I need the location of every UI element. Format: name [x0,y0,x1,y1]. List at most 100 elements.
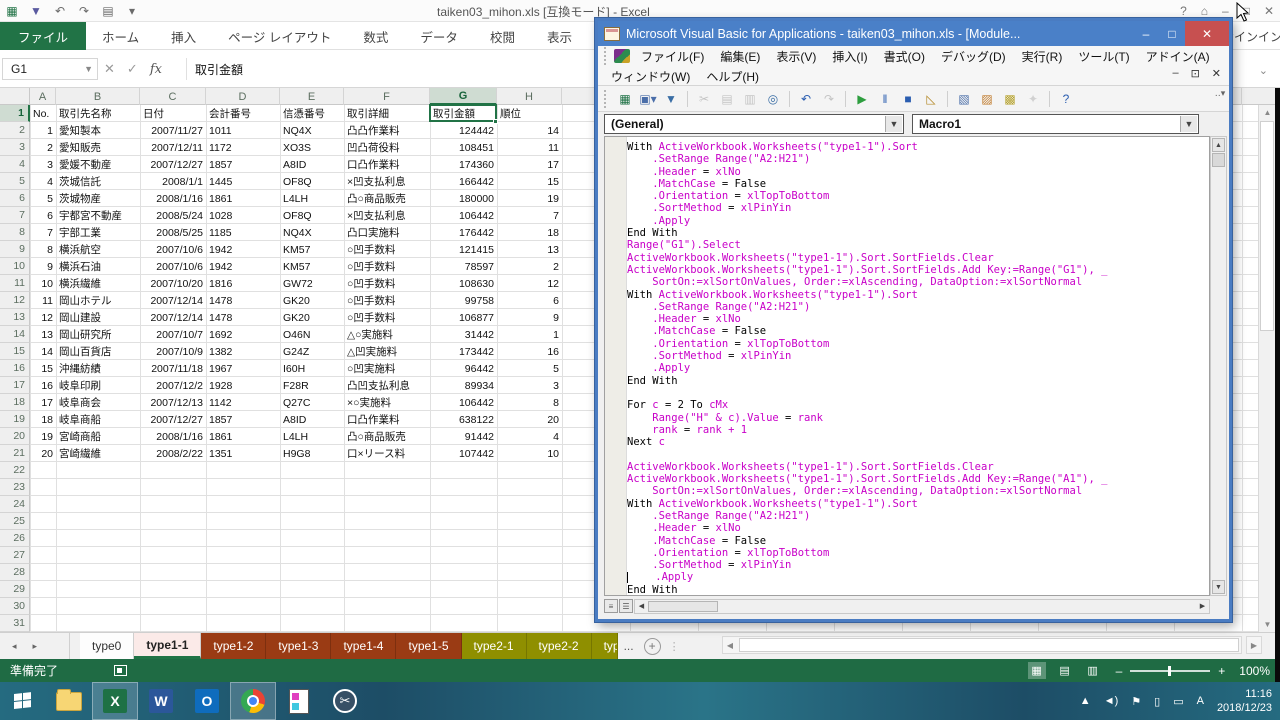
active-cell-border[interactable] [429,104,497,122]
ribbon-tab-page-layout[interactable]: ページ レイアウト [212,22,347,50]
cell[interactable]: GK20 [280,309,344,326]
row-header-26[interactable]: 26 [0,530,30,547]
page-break-view-icon[interactable]: ▥ [1084,662,1102,679]
cell[interactable]: NQ4X [280,122,344,139]
ribbon-tab-view[interactable]: 表示 [531,22,588,50]
row-header-17[interactable]: 17 [0,377,30,394]
row-header-15[interactable]: 15 [0,343,30,360]
name-box[interactable]: G1 ▼ [2,58,98,80]
cell[interactable]: 7 [30,224,56,241]
scroll-up-icon[interactable]: ▲ [1259,105,1276,120]
sheet-tab-type1-1[interactable]: type1-1 [134,633,201,659]
code-text[interactable]: With ActiveWorkbook.Worksheets("type1-1"… [627,141,1107,596]
scroll-right-icon[interactable]: ▶ [1246,636,1262,654]
sheet-tab-type1-5[interactable]: type1-5 [396,633,461,659]
zoom-slider[interactable]: – + [1116,664,1226,678]
procedure-combo[interactable]: Macro1 ▼ [912,114,1199,134]
cell[interactable]: OF8Q [280,173,344,190]
cell[interactable]: 99758 [430,292,497,309]
cell[interactable]: 108630 [430,275,497,292]
code-line[interactable]: End With [627,227,1107,239]
row-header-19[interactable]: 19 [0,411,30,428]
scroll-down-icon[interactable]: ▼ [1212,580,1225,594]
cell[interactable]: △○実施料 [344,326,430,343]
cell[interactable]: 96442 [430,360,497,377]
cell[interactable]: 岡山研究所 [56,326,140,343]
help-icon[interactable]: ? [1056,89,1076,109]
row-header-30[interactable]: 30 [0,598,30,615]
cell[interactable]: 124442 [430,122,497,139]
code-line[interactable]: .Apply [627,571,1107,583]
cell[interactable]: 茨城信託 [56,173,140,190]
hidden-icons-icon[interactable]: ▲ [1080,695,1091,707]
cell[interactable]: 89934 [430,377,497,394]
cell[interactable]: 1861 [206,190,280,207]
cell[interactable]: 10 [497,445,562,462]
cell[interactable]: ○凹手数料 [344,275,430,292]
cell[interactable]: ○凹手数料 [344,309,430,326]
cell[interactable]: ○凹手数料 [344,292,430,309]
sheet-tab-type1-4[interactable]: type1-4 [331,633,396,659]
cell[interactable]: 3 [30,156,56,173]
scroll-up-icon[interactable]: ▲ [1212,138,1225,152]
cell[interactable]: 4 [30,173,56,190]
cell[interactable]: 91442 [430,428,497,445]
row-header-11[interactable]: 11 [0,275,30,292]
code-line[interactable]: For c = 2 To cMx [627,399,1107,411]
undo-icon[interactable]: ↶ [796,89,816,109]
cell[interactable]: 14 [497,122,562,139]
cell[interactable]: ○凹実施料 [344,360,430,377]
zoom-out-icon[interactable]: – [1116,664,1123,678]
code-line[interactable]: .Orientation = xlTopToBottom [627,338,1107,350]
code-line[interactable]: .MatchCase = False [627,178,1107,190]
cell[interactable]: 2007/10/9 [140,343,206,360]
code-line[interactable]: End With [627,584,1107,596]
row-header-23[interactable]: 23 [0,479,30,496]
cell[interactable]: 1011 [206,122,280,139]
row-header-7[interactable]: 7 [0,207,30,224]
module-restore-icon[interactable]: ⊡ [1191,67,1200,80]
code-line[interactable]: ActiveWorkbook.Worksheets("type1-1").Sor… [627,264,1107,276]
sheet-tab-type2-1[interactable]: type2-1 [462,633,527,659]
cell[interactable]: 2008/1/1 [140,173,206,190]
cell[interactable]: 岐阜印刷 [56,377,140,394]
taskbar-app-chrome[interactable] [230,682,276,720]
cell[interactable]: 1816 [206,275,280,292]
network-icon[interactable]: ▭ [1173,695,1183,708]
cell[interactable]: 宮崎商船 [56,428,140,445]
battery-icon[interactable]: ▯ [1154,695,1160,708]
cell[interactable]: 沖縄紡績 [56,360,140,377]
ribbon-tab-file[interactable]: ファイル [0,22,86,50]
find-icon[interactable]: ◎ [763,89,783,109]
cell[interactable]: 6 [497,292,562,309]
cell[interactable]: 107442 [430,445,497,462]
start-button[interactable] [0,682,46,720]
cell[interactable]: G24Z [280,343,344,360]
customize-qat-icon[interactable]: ▾ [124,3,140,19]
vba-maximize-button[interactable]: □ [1159,21,1185,46]
cell[interactable]: ×○実施料 [344,394,430,411]
scroll-right-icon[interactable]: ▶ [1196,602,1209,610]
cell[interactable]: ×凹支払利息 [344,207,430,224]
row-header-12[interactable]: 12 [0,292,30,309]
print-preview-icon[interactable]: ▤ [100,3,116,19]
row-header-31[interactable]: 31 [0,615,30,632]
page-layout-view-icon[interactable]: ▤ [1056,662,1074,679]
cell[interactable]: 凸凹支払利息 [344,377,430,394]
cell[interactable]: 口凸作業料 [344,411,430,428]
code-line[interactable]: rank = rank + 1 [627,424,1107,436]
row-header-14[interactable]: 14 [0,326,30,343]
design-mode-icon[interactable]: ◺ [921,89,941,109]
cell[interactable]: 岡山建設 [56,309,140,326]
cell[interactable]: 1351 [206,445,280,462]
vba-menu-format[interactable]: 書式(O) [877,48,932,65]
sheet-tab-type1-2[interactable]: type1-2 [201,633,266,659]
vba-menu-addins[interactable]: アドイン(A) [1139,48,1217,65]
cell[interactable]: 1 [497,326,562,343]
cell[interactable]: XO3S [280,139,344,156]
new-sheet-button[interactable]: + [644,638,661,655]
code-line[interactable]: .SetRange Range("A2:H21") [627,510,1107,522]
cell[interactable]: 岐阜商会 [56,394,140,411]
code-line[interactable]: ActiveWorkbook.Worksheets("type1-1").Sor… [627,473,1107,485]
cell[interactable]: 2007/11/18 [140,360,206,377]
